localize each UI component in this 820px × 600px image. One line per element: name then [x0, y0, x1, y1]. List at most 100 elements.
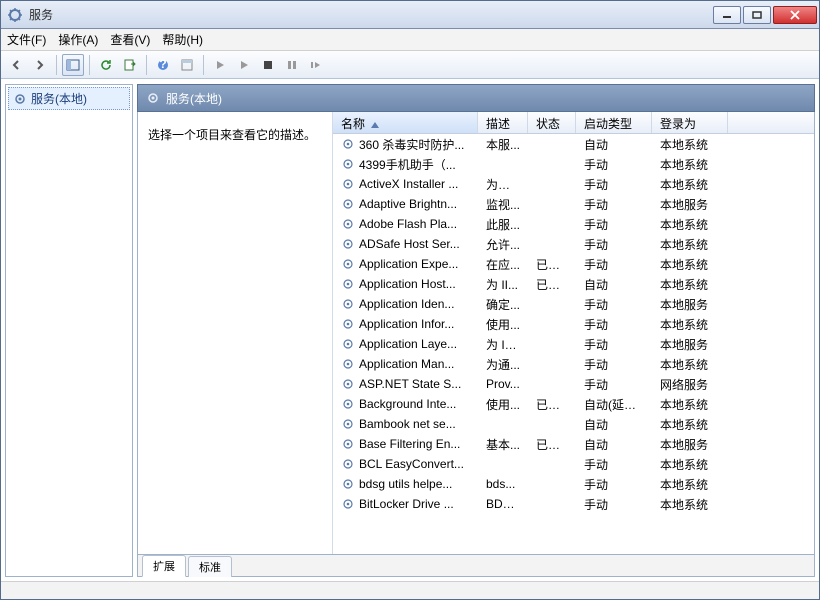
service-row[interactable]: ADSafe Host Ser...允许...手动本地系统 — [333, 234, 814, 254]
service-row[interactable]: Application Expe...在应...已启动手动本地系统 — [333, 254, 814, 274]
back-button[interactable] — [5, 54, 27, 76]
help-button[interactable]: ? — [152, 54, 174, 76]
gear-icon — [341, 397, 355, 411]
service-row[interactable]: Adaptive Brightn...监视...手动本地服务 — [333, 194, 814, 214]
stop-service-button[interactable] — [257, 54, 279, 76]
minimize-button[interactable] — [713, 6, 741, 24]
service-status — [528, 421, 576, 427]
menu-view[interactable]: 查看(V) — [110, 31, 150, 48]
service-name: Application Infor... — [359, 317, 454, 331]
service-row[interactable]: Application Host...为 II...已启动自动本地系统 — [333, 274, 814, 294]
service-row[interactable]: ASP.NET State S...Prov...手动网络服务 — [333, 374, 814, 394]
service-row[interactable]: 360 杀毒实时防护...本服...自动本地系统 — [333, 134, 814, 154]
gear-icon — [341, 137, 355, 151]
service-row[interactable]: Base Filtering En...基本...已启动自动本地服务 — [333, 434, 814, 454]
service-logon: 本地系统 — [652, 493, 728, 516]
properties-button[interactable] — [176, 54, 198, 76]
service-row[interactable]: bdsg utils helpe...bds...手动本地系统 — [333, 474, 814, 494]
service-status — [528, 161, 576, 167]
tab-standard[interactable]: 标准 — [188, 556, 232, 577]
service-row[interactable]: Background Inte...使用...已启动自动(延迟...本地系统 — [333, 394, 814, 414]
service-name: ActiveX Installer ... — [359, 177, 458, 191]
service-name: ADSafe Host Ser... — [359, 237, 460, 251]
service-name: Adobe Flash Pla... — [359, 217, 457, 231]
service-row[interactable]: Bambook net se...自动本地系统 — [333, 414, 814, 434]
service-row[interactable]: Application Infor...使用...手动本地系统 — [333, 314, 814, 334]
service-desc — [478, 161, 528, 167]
show-hide-tree-button[interactable] — [62, 54, 84, 76]
toolbar-separator — [56, 55, 57, 75]
service-desc — [478, 421, 528, 427]
panel-header-title: 服务(本地) — [166, 90, 222, 107]
service-name: BitLocker Drive ... — [359, 497, 454, 511]
menu-action[interactable]: 操作(A) — [58, 31, 98, 48]
service-row[interactable]: ActiveX Installer ...为从 ...手动本地系统 — [333, 174, 814, 194]
service-row[interactable]: Application Laye...为 In...手动本地服务 — [333, 334, 814, 354]
gear-icon — [341, 237, 355, 251]
column-logon-as[interactable]: 登录为 — [652, 112, 728, 133]
gear-icon — [341, 197, 355, 211]
titlebar[interactable]: 服务 — [1, 1, 819, 29]
service-desc: 基本... — [478, 433, 528, 456]
column-name[interactable]: 名称 — [333, 112, 478, 133]
service-row[interactable]: Application Iden...确定...手动本地服务 — [333, 294, 814, 314]
service-name: bdsg utils helpe... — [359, 477, 452, 491]
service-name: Application Host... — [359, 277, 456, 291]
menubar: 文件(F) 操作(A) 查看(V) 帮助(H) — [1, 29, 819, 51]
tab-extended[interactable]: 扩展 — [142, 555, 186, 577]
gear-icon — [341, 497, 355, 511]
service-name: Application Iden... — [359, 297, 454, 311]
service-row[interactable]: 4399手机助手（...手动本地系统 — [333, 154, 814, 174]
service-status — [528, 241, 576, 247]
panel-header: 服务(本地) — [137, 84, 815, 112]
service-status — [528, 501, 576, 507]
tree-root-label: 服务(本地) — [31, 90, 87, 107]
main-panel: 服务(本地) 选择一个项目来查看它的描述。 名称 描述 状态 启动类型 登录为 — [137, 84, 815, 577]
view-tabs: 扩展 标准 — [137, 555, 815, 577]
gear-icon — [341, 357, 355, 371]
service-name: Background Inte... — [359, 397, 456, 411]
column-description[interactable]: 描述 — [478, 112, 528, 133]
gear-icon — [341, 177, 355, 191]
tree-root-services-local[interactable]: 服务(本地) — [8, 87, 130, 110]
service-name: ASP.NET State S... — [359, 377, 461, 391]
statusbar — [1, 581, 819, 599]
console-tree[interactable]: 服务(本地) — [5, 84, 133, 577]
services-app-icon — [7, 7, 23, 23]
svg-text:?: ? — [159, 58, 166, 71]
service-desc: bds... — [478, 474, 528, 494]
toolbar-separator — [146, 55, 147, 75]
gear-icon — [341, 437, 355, 451]
service-status — [528, 481, 576, 487]
window-controls — [713, 6, 817, 24]
window-title: 服务 — [29, 6, 713, 23]
service-status — [528, 141, 576, 147]
service-row[interactable]: Adobe Flash Pla...此服...手动本地系统 — [333, 214, 814, 234]
column-status[interactable]: 状态 — [528, 112, 576, 133]
maximize-button[interactable] — [743, 6, 771, 24]
refresh-button[interactable] — [95, 54, 117, 76]
service-row[interactable]: BitLocker Drive ...BDE...手动本地系统 — [333, 494, 814, 514]
services-scroll[interactable]: 名称 描述 状态 启动类型 登录为 360 杀毒实时防护...本服...自动本地… — [333, 112, 814, 554]
service-desc: Prov... — [478, 374, 528, 394]
services-window: 服务 文件(F) 操作(A) 查看(V) 帮助(H) ? — [0, 0, 820, 600]
content-area: 服务(本地) 服务(本地) 选择一个项目来查看它的描述。 名称 描述 状态 — [1, 79, 819, 581]
sort-asc-icon — [371, 117, 379, 131]
forward-button[interactable] — [29, 54, 51, 76]
service-row[interactable]: BCL EasyConvert...手动本地系统 — [333, 454, 814, 474]
pause-service-button[interactable] — [233, 54, 255, 76]
service-status — [528, 201, 576, 207]
service-row[interactable]: Application Man...为通...手动本地系统 — [333, 354, 814, 374]
column-startup-type[interactable]: 启动类型 — [576, 112, 652, 133]
service-name: Bambook net se... — [359, 417, 456, 431]
gear-icon — [341, 377, 355, 391]
close-button[interactable] — [773, 6, 817, 24]
toolbar: ? — [1, 51, 819, 79]
start-service-button[interactable] — [209, 54, 231, 76]
export-list-button[interactable] — [119, 54, 141, 76]
pause2-button[interactable] — [281, 54, 303, 76]
service-status — [528, 181, 576, 187]
restart-service-button[interactable] — [305, 54, 327, 76]
menu-file[interactable]: 文件(F) — [7, 31, 46, 48]
menu-help[interactable]: 帮助(H) — [162, 31, 203, 48]
